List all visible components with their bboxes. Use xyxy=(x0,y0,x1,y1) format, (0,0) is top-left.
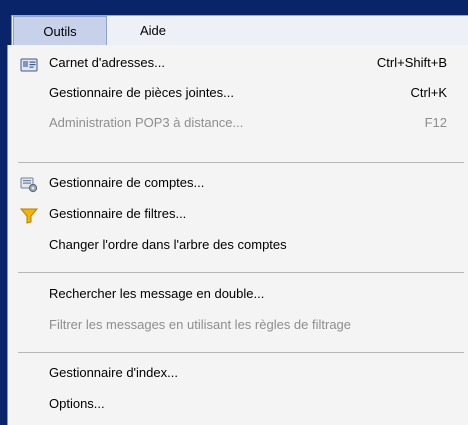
outils-dropdown-menu: Carnet d'adresses... Ctrl+Shift+B Gestio… xyxy=(7,45,468,425)
menu-item-label: Gestionnaire de filtres... xyxy=(49,206,187,221)
address-book-icon xyxy=(20,55,38,72)
menu-separator xyxy=(18,162,464,163)
menu-item-gestionnaire-index[interactable]: Gestionnaire d'index... xyxy=(8,359,468,387)
menu-separator xyxy=(18,272,464,273)
menu-item-options[interactable]: Options... xyxy=(8,390,468,418)
menu-separator xyxy=(18,352,464,353)
menu-item-rechercher-doublons[interactable]: Rechercher les message en double... xyxy=(8,280,468,308)
menu-item-label: Rechercher les message en double... xyxy=(49,286,265,301)
menu-item-carnet-adresses[interactable]: Carnet d'adresses... Ctrl+Shift+B xyxy=(8,49,468,77)
filter-icon xyxy=(19,206,39,224)
menu-item-shortcut: Ctrl+K xyxy=(410,85,447,100)
menu-item-gestionnaire-comptes[interactable]: Gestionnaire de comptes... xyxy=(8,169,468,197)
menu-item-filtrer-messages: Filtrer les messages en utilisant les rè… xyxy=(8,311,468,339)
menu-item-changer-ordre[interactable]: Changer l'ordre dans l'arbre des comptes xyxy=(8,231,468,259)
menu-item-label: Filtrer les messages en utilisant les rè… xyxy=(49,317,352,332)
menu-item-pieces-jointes[interactable]: Gestionnaire de pièces jointes... Ctrl+K xyxy=(8,79,468,107)
menu-item-label: Options... xyxy=(49,396,105,411)
menu-item-administration-pop3: Administration POP3 à distance... F12 xyxy=(8,109,468,137)
menu-bar-strip: Outils Aide xyxy=(11,15,468,46)
menu-item-label: Gestionnaire de pièces jointes... xyxy=(49,85,234,100)
menu-item-label: Gestionnaire de comptes... xyxy=(49,175,205,190)
menu-item-label: Gestionnaire d'index... xyxy=(49,365,178,380)
menu-item-label: Changer l'ordre dans l'arbre des comptes xyxy=(49,237,287,252)
menu-item-gestionnaire-filtres[interactable]: Gestionnaire de filtres... xyxy=(8,200,468,228)
menu-outils[interactable]: Outils xyxy=(13,16,107,46)
accounts-icon xyxy=(20,175,38,193)
menu-item-shortcut: Ctrl+Shift+B xyxy=(376,55,447,70)
menu-bar: Outils Aide xyxy=(0,0,468,46)
menu-item-shortcut: F12 xyxy=(424,115,447,130)
menu-item-label: Carnet d'adresses... xyxy=(49,55,165,70)
menu-item-label: Administration POP3 à distance... xyxy=(49,115,244,130)
menu-aide[interactable]: Aide xyxy=(140,16,166,46)
